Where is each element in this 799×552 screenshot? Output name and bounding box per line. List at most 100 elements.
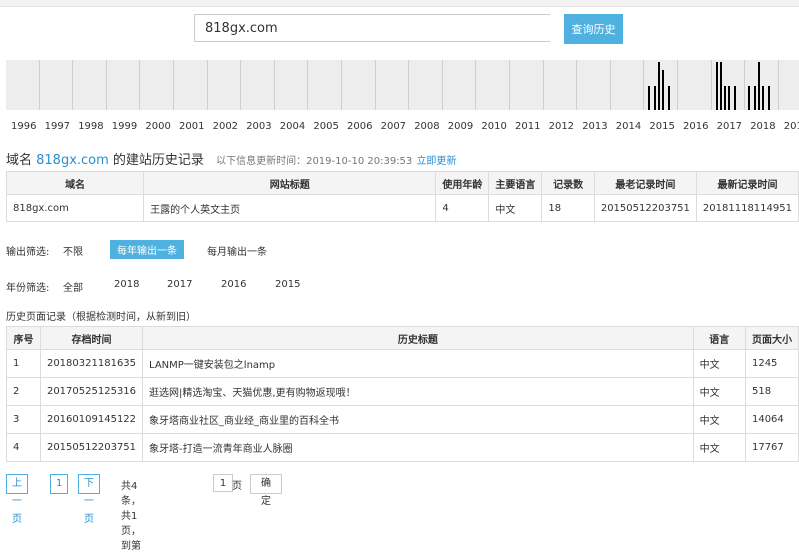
summary-site-title: 王露的个人英文主页: [143, 194, 437, 222]
year-filter-2015[interactable]: 2015: [275, 279, 300, 290]
history-page-size: 17767: [744, 433, 799, 462]
timeline-record-mark: [724, 86, 726, 110]
query-history-button[interactable]: 查询历史: [564, 14, 623, 44]
year-label: 2014: [615, 121, 642, 132]
summary-header: 使用年龄: [435, 171, 490, 195]
history-page-size: 14064: [744, 405, 799, 434]
timeline-gridline: [710, 60, 712, 110]
history-title[interactable]: 逛选网|精选淘宝、天猫优惠,更有购物返现哦！: [142, 377, 694, 406]
title-prefix: 域名: [6, 153, 37, 168]
year-label: 2016: [683, 121, 709, 132]
timeline-gridline: [441, 60, 443, 110]
year-filter-label: 年份筛选:: [6, 283, 50, 294]
timeline-record-mark: [762, 86, 764, 110]
timeline-gridline: [341, 60, 342, 110]
timeline-gridline: [139, 60, 141, 110]
timeline-gridline: [542, 60, 544, 110]
summary-oldest-time: 20150512203751: [593, 194, 697, 222]
timeline-record-mark: [658, 62, 660, 110]
timeline-gridline: [173, 60, 174, 110]
goto-page-input[interactable]: 1: [213, 474, 233, 492]
summary-row: 818gx.com 王露的个人英文主页 4 中文 18 201505122037…: [5, 194, 799, 222]
history-archive-time[interactable]: 20170525125316: [39, 377, 144, 406]
history-language: 中文: [692, 377, 746, 406]
year-label: 2002: [212, 121, 239, 132]
timeline-record-mark: [716, 62, 718, 110]
year-label: 2004: [279, 121, 306, 132]
timeline-gridline: [777, 60, 779, 110]
history-archive-time[interactable]: 20180321181635: [39, 349, 144, 378]
history-note: 历史页面记录（根据检测时间，从新到旧）: [6, 312, 196, 323]
timeline-record-mark: [648, 86, 650, 110]
year-filter-all[interactable]: 全部: [63, 279, 83, 294]
timeline-record-mark: [662, 70, 664, 110]
history-header: 序号: [6, 326, 41, 350]
domain-search-input[interactable]: [194, 14, 550, 42]
history-language: 中文: [692, 405, 746, 434]
table-row: 4 20150512203751 象牙塔-打造一流青年商业人脉圈 中文 1776…: [6, 433, 799, 462]
history-archive-time[interactable]: 20150512203751: [39, 433, 144, 462]
summary-header: 网站标题: [143, 171, 437, 195]
next-page-button[interactable]: 下一页: [78, 474, 100, 525]
history-header: 页面大小: [744, 326, 799, 350]
bookmarks-bar: [0, 0, 799, 7]
timeline-record-mark: [728, 86, 730, 110]
year-label: 2013: [582, 121, 608, 132]
year-label: 2012: [548, 121, 575, 132]
year-label: 2018: [750, 121, 776, 132]
summary-header: 域名: [5, 171, 145, 195]
year-label: 2005: [313, 121, 339, 132]
year-filter-2017[interactable]: 2017: [167, 279, 192, 290]
summary-record-count: 18: [541, 194, 595, 222]
year-label: 2001: [179, 121, 205, 132]
history-page-size: 1245: [744, 349, 799, 378]
timeline-record-mark: [734, 86, 736, 110]
timeline-record-mark: [668, 86, 670, 110]
year-label: 1996: [11, 121, 37, 132]
prev-page-button[interactable]: 上一页: [6, 474, 28, 525]
timeline-record-mark: [758, 62, 760, 110]
output-filter-label: 输出筛选:: [6, 247, 50, 258]
timeline-record-mark: [748, 86, 750, 110]
timeline-gridline: [509, 60, 510, 110]
history-title[interactable]: LANMP一键安装包之lnamp: [142, 349, 694, 378]
goto-confirm-button[interactable]: 确定: [250, 474, 282, 507]
summary-header: 最老记录时间: [593, 171, 697, 195]
history-table: 序号 存档时间 历史标题 语言 页面大小 1 20180321181635 LA…: [6, 326, 799, 462]
history-header: 语言: [692, 326, 746, 350]
year-filter-2018[interactable]: 2018: [114, 279, 139, 290]
history-header-row: 序号 存档时间 历史标题 语言 页面大小: [6, 326, 799, 350]
summary-header: 最新记录时间: [695, 171, 799, 195]
timeline-record-mark: [654, 86, 656, 110]
output-filter-all[interactable]: 不限: [63, 243, 83, 258]
title-suffix: 的建站历史记录: [108, 153, 204, 168]
year-label: 2007: [380, 121, 407, 132]
year-label: 1997: [44, 121, 71, 132]
timeline-gridline: [408, 60, 410, 110]
output-filter-yearly[interactable]: 每年输出一条: [110, 240, 184, 259]
history-page-size: 518: [744, 377, 799, 406]
year-label: 1998: [78, 121, 104, 132]
summary-table: 域名 网站标题 使用年龄 主要语言 记录数 最老记录时间 最新记录时间 818g…: [5, 171, 799, 222]
output-filter-monthly[interactable]: 每月输出一条: [207, 243, 267, 258]
history-title[interactable]: 象牙塔商业社区_商业经_商业里的百科全书: [142, 405, 694, 434]
summary-age: 4: [435, 194, 490, 222]
history-timeline: [6, 60, 799, 110]
year-label: 2017: [716, 121, 743, 132]
history-title[interactable]: 象牙塔-打造一流青年商业人脉圈: [142, 433, 694, 462]
update-time-note: 以下信息更新时间：2019-10-10 20:39:53: [216, 156, 413, 167]
history-index: 3: [6, 405, 41, 434]
page-number-button[interactable]: 1: [50, 474, 69, 494]
timeline-record-mark: [720, 62, 722, 110]
timeline-record-mark: [754, 86, 756, 110]
timeline-gridline: [240, 60, 242, 110]
year-filter-2016[interactable]: 2016: [221, 279, 246, 290]
timeline-gridline: [38, 60, 40, 110]
timeline-gridline: [744, 60, 746, 110]
title-domain[interactable]: 818gx.com: [36, 153, 109, 168]
year-label: 2011: [515, 121, 541, 132]
timeline-gridline: [206, 60, 208, 110]
history-header: 历史标题: [142, 326, 694, 350]
history-archive-time[interactable]: 20160109145122: [39, 405, 144, 434]
update-now-link[interactable]: 立即更新: [416, 156, 456, 167]
